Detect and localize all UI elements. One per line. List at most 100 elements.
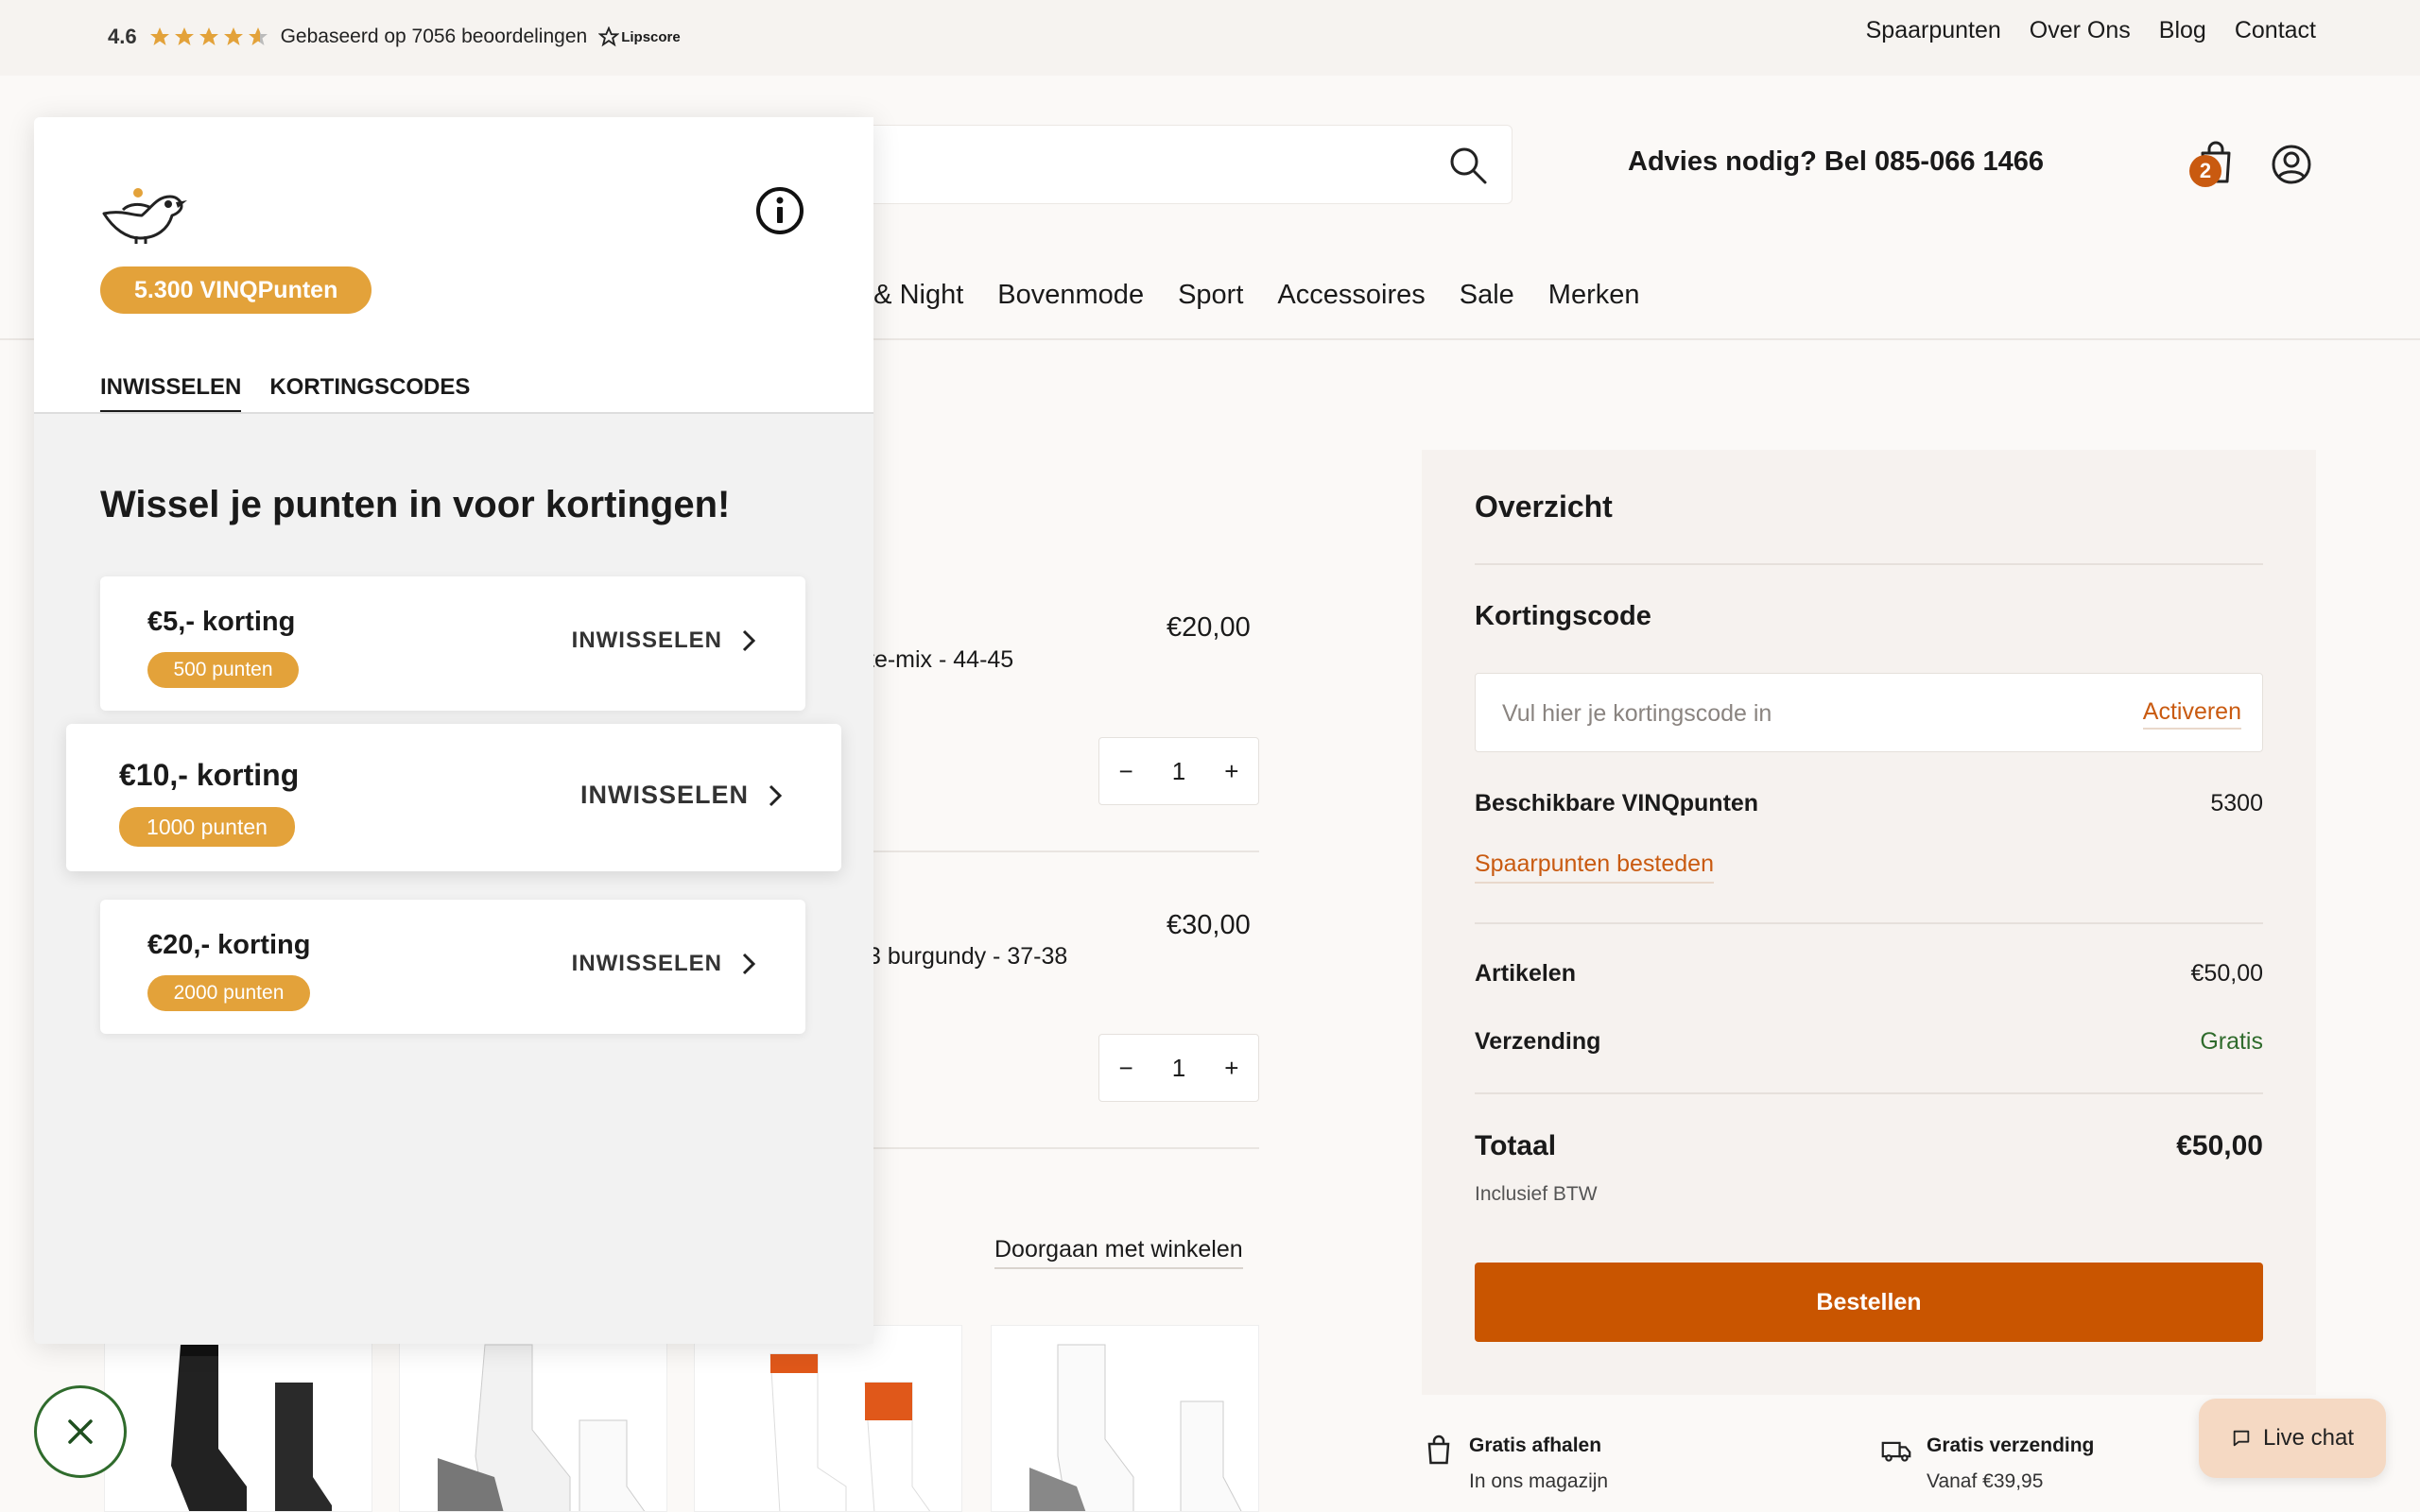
cart-item-price: €20,00 xyxy=(1167,612,1251,643)
tab-divider xyxy=(34,412,873,414)
sock-image xyxy=(171,1345,332,1511)
spend-points-link[interactable]: Spaarpunten besteden xyxy=(1475,850,1714,884)
points-row: Beschikbare VINQpunten 5300 xyxy=(1475,790,2263,817)
cart-item-price: €30,00 xyxy=(1167,910,1251,940)
toplink-blog[interactable]: Blog xyxy=(2159,17,2206,44)
offer-points-badge: 2000 punten xyxy=(147,975,310,1011)
tab-kortingscodes[interactable]: KORTINGSCODES xyxy=(269,374,470,413)
offer-card[interactable]: €10,- korting 1000 punten INWISSELEN xyxy=(66,724,841,871)
redeem-button[interactable]: INWISSELEN xyxy=(572,627,758,654)
feature-sub: Vanaf €39,95 xyxy=(1927,1470,2044,1492)
discount-title: Kortingscode xyxy=(1475,601,1651,631)
points-balance-badge: 5.300 VINQPunten xyxy=(100,266,372,314)
quantity-stepper[interactable]: − 1 + xyxy=(1098,1034,1259,1102)
cart-item-name[interactable]: te-mix - 44-45 xyxy=(868,646,1013,674)
redeem-label: INWISSELEN xyxy=(579,781,749,809)
shipping-label: Verzending xyxy=(1475,1028,1601,1055)
feature-title: Gratis verzending xyxy=(1927,1435,2095,1456)
offer-card[interactable]: €5,- korting 500 punten INWISSELEN xyxy=(100,576,805,711)
shipping-value: Gratis xyxy=(2200,1028,2263,1055)
continue-shopping-link[interactable]: Doorgaan met winkelen xyxy=(994,1236,1243,1269)
rating-summary[interactable]: 4.6 Gebaseerd op 7056 beoordelingen Lips… xyxy=(108,25,681,49)
nav-item-accessoires[interactable]: Accessoires xyxy=(1277,280,1425,311)
product-thumbnail[interactable] xyxy=(104,1325,372,1512)
shipping-row: Verzending Gratis xyxy=(1475,1028,2263,1056)
chevron-right-icon xyxy=(769,784,783,806)
main-nav: e & Night Bovenmode Sport Accessoires Sa… xyxy=(851,280,1639,311)
close-icon xyxy=(68,1419,93,1444)
offer-title: €10,- korting xyxy=(119,758,300,792)
nav-item-sport[interactable]: Sport xyxy=(1178,280,1243,311)
qty-plus-button[interactable]: + xyxy=(1224,757,1238,786)
chevron-right-icon xyxy=(742,629,756,652)
star-icon xyxy=(149,27,169,45)
discount-code-input[interactable] xyxy=(1502,695,2069,732)
discount-code-field[interactable]: Activeren xyxy=(1475,673,2263,752)
total-row: Totaal €50,00 xyxy=(1475,1130,2263,1162)
tab-inwisselen[interactable]: INWISSELEN xyxy=(100,374,242,413)
product-thumbnail[interactable] xyxy=(399,1325,667,1512)
redeem-button[interactable]: INWISSELEN xyxy=(580,781,785,810)
star-half-icon xyxy=(248,27,268,45)
feature-shipping: Gratis verzending Vanaf €39,95 xyxy=(1881,1435,2094,1493)
truck-icon xyxy=(1881,1441,1911,1462)
rating-count-text: Gebaseerd op 7056 beoordelingen xyxy=(280,26,588,47)
search-box[interactable] xyxy=(832,125,1512,204)
total-label: Totaal xyxy=(1475,1130,1557,1161)
redeem-button[interactable]: INWISSELEN xyxy=(572,951,758,977)
nav-item-bovenmode[interactable]: Bovenmode xyxy=(997,280,1144,311)
offer-card[interactable]: €20,- korting 2000 punten INWISSELEN xyxy=(100,900,805,1034)
sock-image xyxy=(1029,1344,1242,1511)
rating-stars xyxy=(148,26,269,48)
product-thumbnail[interactable] xyxy=(991,1325,1259,1512)
close-widget-button[interactable] xyxy=(34,1385,127,1478)
overview-title: Overzicht xyxy=(1475,490,1613,524)
feature-pickup: Gratis afhalen In ons magazijn xyxy=(1424,1435,1608,1493)
toplink-over-ons[interactable]: Over Ons xyxy=(2030,17,2131,44)
live-chat-label: Live chat xyxy=(2262,1425,2355,1451)
points-label: Beschikbare VINQpunten xyxy=(1475,790,1759,816)
rating-score: 4.6 xyxy=(108,25,137,48)
live-chat-button[interactable]: Live chat xyxy=(2199,1399,2386,1478)
bird-logo-icon xyxy=(102,188,187,244)
info-icon[interactable] xyxy=(754,185,805,236)
shopping-bag-icon xyxy=(1427,1435,1450,1465)
qty-value: 1 xyxy=(1171,756,1186,785)
order-overview: Overzicht Kortingscode Activeren Beschik… xyxy=(1422,450,2316,1395)
sock-image xyxy=(769,1353,931,1511)
feature-title: Gratis afhalen xyxy=(1469,1435,1602,1456)
cart-count-badge: 2 xyxy=(2189,155,2221,187)
offer-title: €20,- korting xyxy=(147,930,311,960)
search-icon[interactable] xyxy=(1447,145,1489,186)
offer-points-badge: 500 punten xyxy=(147,652,299,688)
star-icon xyxy=(199,27,218,45)
toplink-spaarpunten[interactable]: Spaarpunten xyxy=(1866,17,2001,44)
advice-phone[interactable]: Advies nodig? Bel 085-066 1466 xyxy=(1628,146,2044,178)
lipscore-logo: Lipscore xyxy=(598,26,681,47)
chevron-right-icon xyxy=(742,953,756,975)
toplink-contact[interactable]: Contact xyxy=(2235,17,2316,44)
activate-button[interactable]: Activeren xyxy=(2142,698,2241,730)
qty-minus-button[interactable]: − xyxy=(1119,1054,1133,1083)
order-button[interactable]: Bestellen xyxy=(1475,1263,2263,1342)
star-icon xyxy=(223,27,243,45)
cart-item-name[interactable]: 3 burgundy - 37-38 xyxy=(868,943,1067,971)
nav-item-merken[interactable]: Merken xyxy=(1548,280,1640,311)
star-outline-icon xyxy=(598,26,620,47)
nav-item-sale[interactable]: Sale xyxy=(1460,280,1514,311)
vat-note: Inclusief BTW xyxy=(1475,1183,1598,1205)
top-links: Spaarpunten Over Ons Blog Contact xyxy=(1866,17,2316,44)
qty-minus-button[interactable]: − xyxy=(1119,757,1133,786)
divider xyxy=(870,850,1259,852)
articles-row: Artikelen €50,00 xyxy=(1475,960,2263,988)
quantity-stepper[interactable]: − 1 + xyxy=(1098,737,1259,805)
product-thumbnail[interactable] xyxy=(694,1325,962,1512)
user-account-icon[interactable] xyxy=(2271,144,2312,185)
sock-image xyxy=(438,1344,646,1511)
feature-sub: In ons magazijn xyxy=(1469,1470,1609,1492)
total-value: €50,00 xyxy=(2176,1130,2263,1161)
lipscore-label: Lipscore xyxy=(621,28,681,45)
qty-plus-button[interactable]: + xyxy=(1224,1054,1238,1083)
divider xyxy=(1475,1092,2263,1094)
articles-label: Artikelen xyxy=(1475,960,1576,987)
